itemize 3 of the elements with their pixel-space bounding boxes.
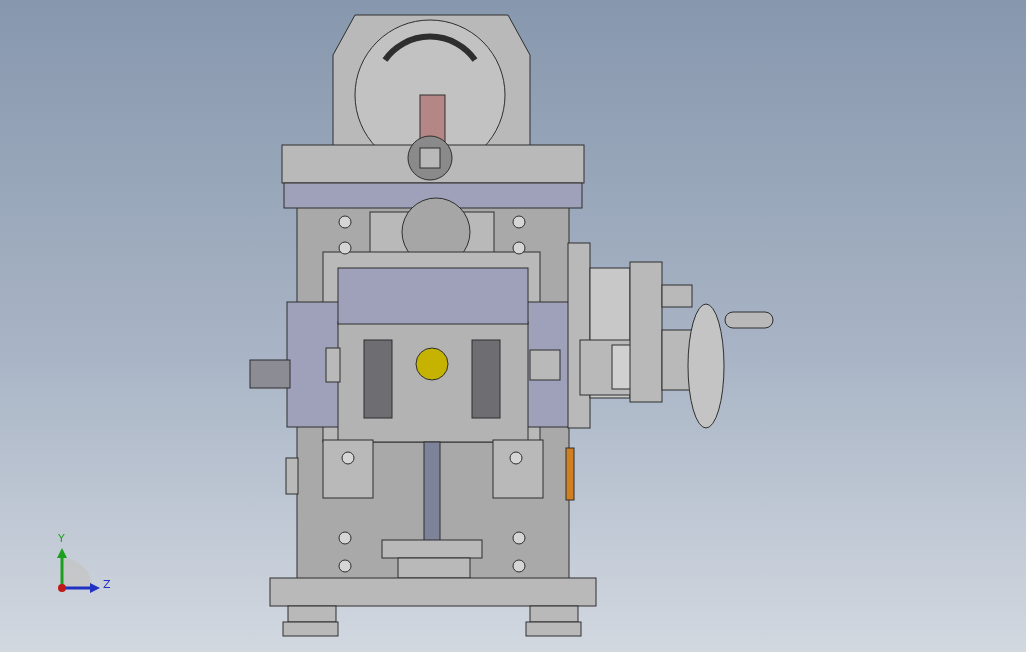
axis-label: Y — [58, 532, 65, 545]
axis-label: Z — [103, 578, 111, 591]
axis-triad-icon — [57, 548, 100, 593]
